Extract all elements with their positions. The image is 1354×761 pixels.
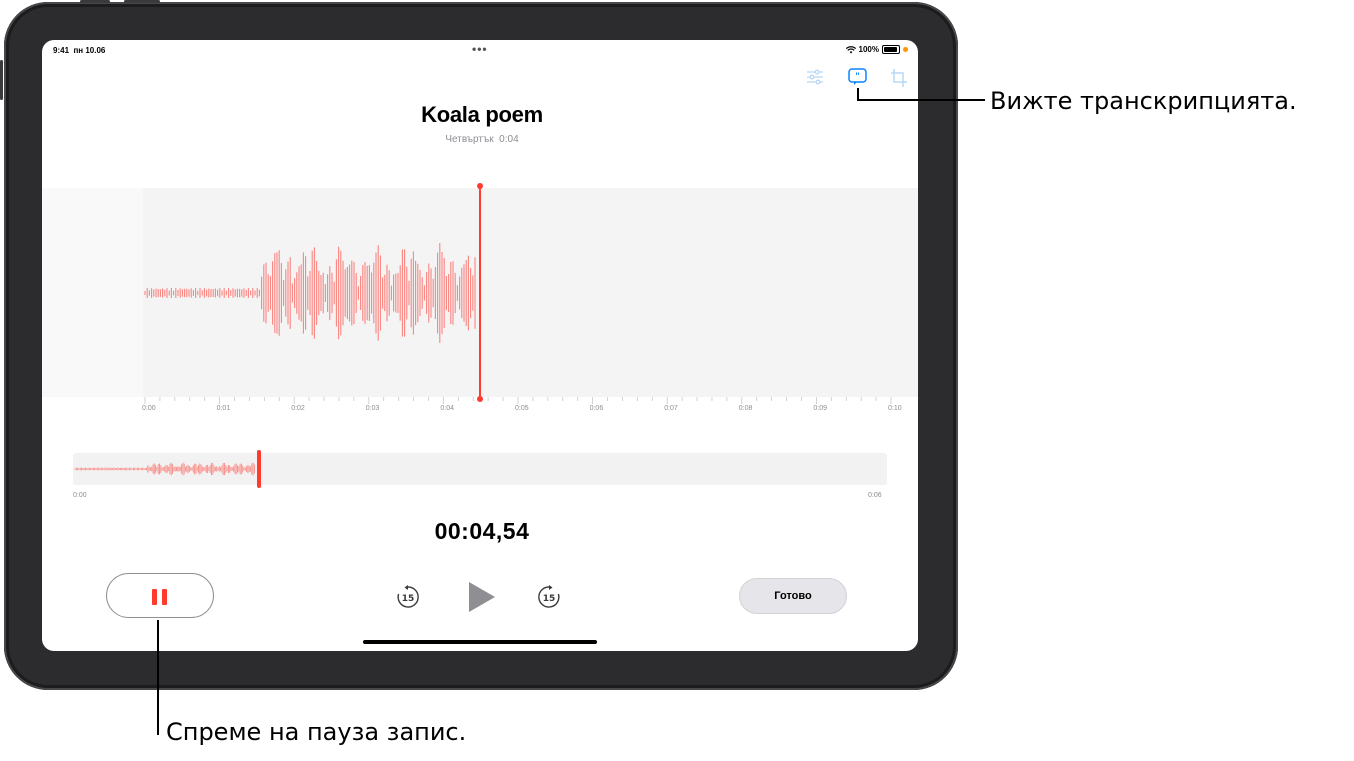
recording-meta: Четвъртък 0:04 [445, 134, 519, 145]
done-button[interactable]: Готово [739, 578, 847, 614]
callout-transcript: Вижте транскрипцията. [990, 87, 1297, 115]
status-right: 100% [845, 45, 908, 54]
overview-end-label: 0:06 [868, 492, 882, 499]
tick-label: 0:04 [440, 405, 455, 412]
svg-text:15: 15 [543, 594, 556, 604]
tick-label: 0:10 [888, 405, 902, 412]
overview-start-label: 0:00 [73, 492, 87, 499]
crop-icon[interactable] [890, 68, 908, 88]
status-bar: 9:41 пн 10.06 ••• 100% [42, 40, 918, 60]
recording-title: Koala poem [421, 102, 543, 127]
battery-icon [882, 45, 900, 54]
power-button [124, 0, 160, 3]
callout-line-transcript-h [857, 99, 985, 101]
mic-indicator-icon [903, 47, 908, 52]
volume-button [80, 0, 110, 3]
tick-label: 0:08 [738, 405, 753, 412]
tick-label: 0:02 [291, 405, 305, 412]
callout-line-pause [157, 620, 159, 735]
tick-label: 0:00 [142, 405, 156, 412]
side-button [0, 60, 3, 100]
skip-back-icon[interactable]: 15 [396, 585, 420, 609]
tick-label: 0:09 [813, 405, 828, 412]
overview-waveform [74, 462, 255, 476]
skip-forward-icon[interactable]: 15 [537, 585, 561, 609]
overview-handle[interactable] [257, 450, 261, 488]
svg-text:15: 15 [402, 594, 415, 604]
tick-label: 0:06 [589, 405, 604, 412]
pause-recording-button[interactable] [106, 573, 214, 618]
home-indicator[interactable] [363, 640, 597, 644]
wifi-icon [845, 45, 856, 53]
callout-pause: Спреме на пауза запис. [166, 718, 467, 746]
transcript-icon[interactable]: " [848, 68, 867, 86]
screen: 9:41 пн 10.06 ••• 100% " Koala poem Четв… [42, 40, 918, 651]
sliders-icon[interactable] [806, 68, 824, 86]
tick-label: 0:03 [365, 405, 380, 412]
play-icon[interactable] [467, 580, 497, 614]
timer-readout: 00:04,54 [434, 518, 530, 544]
multitasking-dots[interactable]: ••• [472, 42, 488, 56]
overview-track[interactable] [73, 453, 887, 485]
time-ruler: 0:00 0:01 0:02 0:03 0:04 0:05 0:06 0:07 0:08 0:09… [42, 397, 918, 421]
svg-text:": " [855, 72, 860, 82]
tick-label: 0:07 [664, 405, 678, 412]
battery-percent: 100% [858, 45, 879, 54]
tick-label: 0:05 [515, 405, 529, 412]
tick-label: 0:01 [216, 405, 231, 412]
playhead[interactable] [477, 183, 483, 402]
status-time-date: 9:41 пн 10.06 [53, 46, 106, 55]
